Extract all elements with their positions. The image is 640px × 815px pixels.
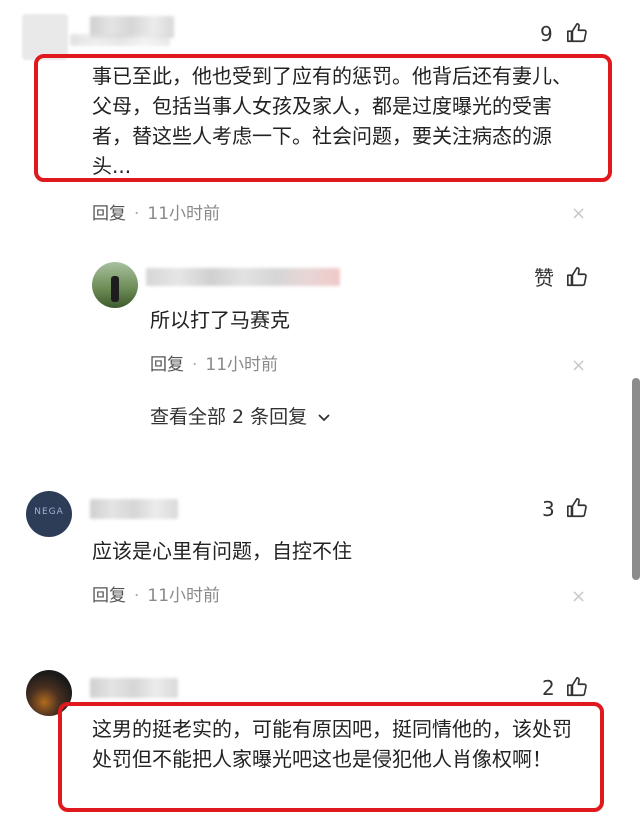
username-blurred[interactable] bbox=[90, 678, 178, 698]
close-icon[interactable]: × bbox=[571, 204, 586, 224]
scrollbar-thumb[interactable] bbox=[632, 378, 640, 580]
timestamp: 11小时前 bbox=[205, 355, 279, 375]
timestamp: 11小时前 bbox=[147, 586, 221, 606]
avatar[interactable] bbox=[92, 262, 138, 308]
thumbs-up-icon[interactable] bbox=[566, 266, 588, 288]
comment-text: 这男的挺老实的，可能有原因吧，挺同情他的，该处罚处罚但不能把人家曝光吧这也是侵犯… bbox=[92, 717, 572, 771]
timestamp: 11小时前 bbox=[147, 204, 221, 224]
close-icon[interactable]: × bbox=[571, 587, 586, 607]
separator-dot: · bbox=[192, 355, 198, 375]
view-all-replies-label: 查看全部 2 条回复 bbox=[150, 406, 308, 428]
reply-button[interactable]: 回复 bbox=[150, 355, 184, 375]
reply-button[interactable]: 回复 bbox=[92, 586, 126, 606]
username-blurred[interactable] bbox=[146, 268, 340, 286]
like-count: 2 bbox=[542, 676, 555, 700]
thumbs-up-icon[interactable] bbox=[566, 676, 588, 698]
like-label: 赞 bbox=[534, 266, 554, 290]
avatar[interactable]: NEGA bbox=[26, 491, 72, 537]
thumbs-up-icon[interactable] bbox=[566, 497, 588, 519]
reply-button[interactable]: 回复 bbox=[92, 204, 126, 224]
username-blurred bbox=[70, 34, 170, 46]
separator-dot: · bbox=[134, 204, 140, 224]
chevron-down-icon bbox=[318, 413, 330, 421]
avatar-text: NEGA bbox=[34, 507, 64, 517]
separator-dot: · bbox=[134, 586, 140, 606]
like-count: 3 bbox=[542, 497, 555, 521]
username-blurred[interactable] bbox=[90, 499, 178, 519]
view-all-replies-link[interactable]: 查看全部 2 条回复 bbox=[150, 404, 331, 430]
comment-text: 所以打了马赛克 bbox=[150, 308, 290, 332]
avatar-figure bbox=[111, 276, 119, 302]
comment-text: 事已至此，他也受到了应有的惩罚。他背后还有妻儿、父母，包括当事人女孩及家人，都是… bbox=[92, 64, 572, 178]
close-icon[interactable]: × bbox=[571, 356, 586, 376]
comment-meta: 回复 · 11小时前 bbox=[150, 354, 278, 376]
comment-meta: 回复 · 11小时前 bbox=[92, 585, 220, 607]
comment-text: 应该是心里有问题，自控不住 bbox=[92, 539, 352, 563]
thumbs-up-icon[interactable] bbox=[566, 22, 588, 44]
like-count: 9 bbox=[540, 22, 553, 46]
comment-meta: 回复 · 11小时前 bbox=[92, 203, 220, 225]
